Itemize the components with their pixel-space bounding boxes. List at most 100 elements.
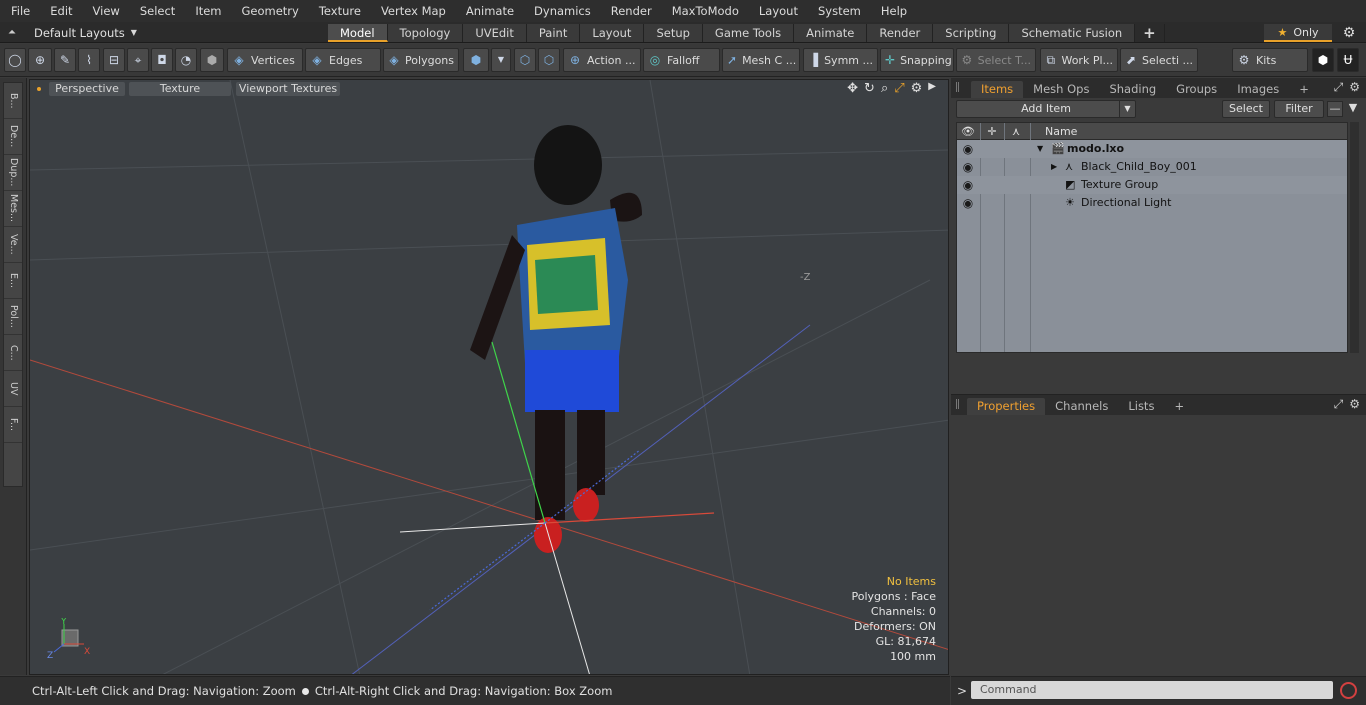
left-tab-9[interactable]: F... [4,407,22,443]
menu-item-edit[interactable]: Edit [39,4,81,18]
edges-button[interactable]: ◈ Edges [305,48,381,72]
menu-item-animate[interactable]: Animate [455,4,523,18]
select-through-button[interactable]: ⚙ Select T... [956,48,1036,72]
layout-selector[interactable]: ⏶ Default Layouts ▼ [8,24,137,41]
record-stop-icon[interactable] [1340,682,1357,699]
menu-item-vertex-map[interactable]: Vertex Map [370,4,455,18]
tab-properties[interactable]: Properties [967,398,1046,415]
expand-icon[interactable]: ⤢ [1334,80,1344,95]
item-mode-button[interactable]: ⬢ [463,48,489,72]
falloff-button[interactable]: ◎ Falloff [643,48,720,72]
left-tab-8[interactable]: UV [4,371,22,407]
menu-item-maxtomodo[interactable]: MaxToModo [661,4,748,18]
tab-groups[interactable]: Groups [1166,81,1227,98]
tab-scripting[interactable]: Scripting [933,24,1010,42]
select-circle-button[interactable]: ◯ [4,48,26,72]
left-tab-6[interactable]: Pol... [4,299,22,335]
tab-lists[interactable]: Lists [1118,398,1164,415]
gear-icon[interactable]: ⚙ [1340,24,1358,42]
menu-item-dynamics[interactable]: Dynamics [523,4,600,18]
brush-button[interactable]: ⌇ [78,48,100,72]
fit-icon[interactable]: ⤢ [894,81,904,96]
symmetry-button[interactable]: ▐ Symm ... [803,48,878,72]
item-list-scrollbar[interactable] [1350,122,1359,353]
shield-button[interactable]: ⬢ [200,48,224,72]
tab-layout[interactable]: Layout [580,24,645,42]
viewport-textures-button[interactable]: Viewport Textures [236,82,340,96]
tab-schematic-fusion[interactable]: Schematic Fusion [1009,24,1136,42]
texture-button[interactable]: Texture [129,82,231,96]
work-plane-button[interactable]: ⧉ Work Pl... [1040,48,1118,72]
tab-paint[interactable]: Paint [526,24,581,42]
tab-mesh-ops[interactable]: Mesh Ops [1023,81,1099,98]
element-button[interactable]: ◘ [151,48,173,72]
zoom-icon[interactable]: ⌕ [881,81,888,96]
tab-images[interactable]: Images [1227,81,1289,98]
visibility-eye-icon[interactable]: ◉ [959,158,977,176]
menu-item-help[interactable]: Help [870,4,916,18]
tab-model[interactable]: Model [328,24,388,42]
align-button[interactable]: ⊟ [103,48,125,72]
menu-item-view[interactable]: View [82,4,129,18]
item-row[interactable]: ◉ ▼ 🎬 modo.lxo [957,140,1347,158]
only-toggle[interactable]: ★ Only [1264,24,1332,42]
kits-button[interactable]: ⚙ Kits [1232,48,1308,72]
3d-viewport[interactable]: -Z Perspective Texture Viewport Textures… [29,79,949,675]
cube-logo-button[interactable]: ⬢ [1312,48,1334,72]
funnel-icon[interactable]: ▼ [1345,101,1361,117]
center-button[interactable]: ⌖ [127,48,149,72]
visibility-eye-icon[interactable]: ◉ [959,194,977,212]
menu-item-texture[interactable]: Texture [308,4,370,18]
left-tab-4[interactable]: Ve... [4,227,22,263]
filter-button[interactable]: Filter [1274,100,1324,118]
lock-header-icon[interactable]: ✛ [983,123,1001,140]
menu-item-select[interactable]: Select [129,4,184,18]
tab-shading[interactable]: Shading [1099,81,1166,98]
item-row[interactable]: ◉ ☀ Directional Light [957,194,1347,212]
add-tab-icon[interactable]: + [1135,24,1165,42]
sphere-button[interactable]: ⊕ [28,48,52,72]
add-panel-tab-icon[interactable]: + [1164,398,1194,415]
mode-dropdown[interactable]: ▼ [491,48,511,72]
left-tab-1[interactable]: De... [4,119,22,155]
tab-animate[interactable]: Animate [794,24,868,42]
visibility-eye-icon[interactable]: ◉ [959,140,977,158]
pivot-button[interactable]: ⬡ [538,48,560,72]
panel-grip-icon[interactable] [956,399,964,409]
collapse-arrow-icon[interactable]: ▶ [1051,158,1057,176]
add-panel-tab-icon[interactable]: + [1289,81,1319,98]
mesh-constraint-button[interactable]: ➚ Mesh C ... [722,48,800,72]
move-icon[interactable]: ✥ [847,81,858,96]
viewport-active-dot[interactable] [37,87,41,91]
left-tab-7[interactable]: C... [4,335,22,371]
menu-item-geometry[interactable]: Geometry [231,4,308,18]
tab-channels[interactable]: Channels [1045,398,1118,415]
type-header-icon[interactable]: ⋏ [1007,123,1025,140]
visibility-eye-icon[interactable]: ◉ [959,176,977,194]
unreal-button[interactable]: Ʉ [1337,48,1359,72]
left-tab-2[interactable]: Dup... [4,155,22,191]
menu-item-render[interactable]: Render [600,4,661,18]
left-tab-5[interactable]: E... [4,263,22,299]
material-button[interactable]: ⬡ [514,48,536,72]
collapse-icon[interactable]: — [1327,101,1343,117]
selection-sets-button[interactable]: ⬈ Selecti ... [1120,48,1198,72]
menu-item-system[interactable]: System [807,4,870,18]
up-arrow-icon[interactable]: ⏶ [8,27,16,38]
item-row[interactable]: ◉ ◩ Texture Group [957,176,1347,194]
visibility-header-icon[interactable]: 👁 [959,123,977,140]
vertices-button[interactable]: ◈ Vertices [227,48,303,72]
name-column-header[interactable]: Name [1045,123,1077,140]
tab-items[interactable]: Items [971,81,1024,98]
polygons-button[interactable]: ◈ Polygons [383,48,459,72]
tab-setup[interactable]: Setup [644,24,703,42]
perspective-button[interactable]: Perspective [49,82,125,96]
chevron-down-icon[interactable]: ▼ [1119,101,1135,117]
panel-grip-icon[interactable] [956,82,964,92]
action-center-button[interactable]: ⊕ Action ... [563,48,641,72]
item-row[interactable]: ◉ ▶ ⋏ Black_Child_Boy_001 [957,158,1347,176]
left-tab-3[interactable]: Mes... [4,191,22,227]
tab-topology[interactable]: Topology [387,24,464,42]
expand-arrow-icon[interactable]: ▼ [1037,140,1043,158]
items-gear-icon[interactable]: ⚙ [1349,80,1360,95]
